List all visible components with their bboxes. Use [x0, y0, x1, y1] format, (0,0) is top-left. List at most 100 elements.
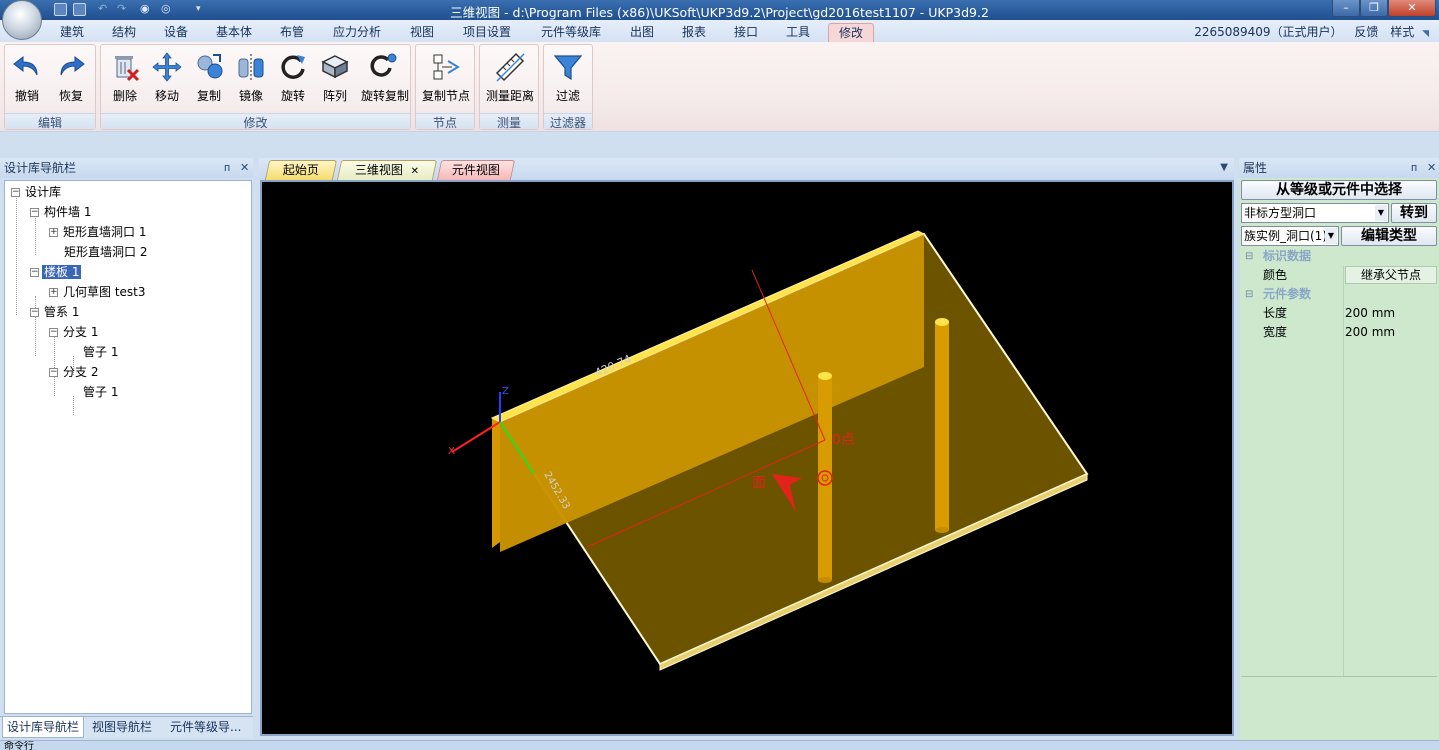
close-button[interactable]: ✕: [1388, 0, 1436, 17]
type-select[interactable]: 非标方型洞口 ▼: [1241, 203, 1389, 223]
tree-node-pipe-system[interactable]: − 管系 1: [30, 303, 81, 321]
width-value[interactable]: 200 mm: [1345, 323, 1437, 342]
color-value[interactable]: 继承父节点: [1345, 266, 1437, 284]
tree-node-slab[interactable]: − 楼板 1: [30, 263, 82, 281]
tab-start-page[interactable]: 起始页: [264, 160, 338, 180]
tab-view[interactable]: 视图: [402, 23, 442, 42]
filter-button[interactable]: 过滤: [548, 49, 588, 105]
length-value[interactable]: 200 mm: [1345, 304, 1437, 323]
select-from-grade-button[interactable]: 从等级或元件中选择: [1241, 180, 1437, 200]
tab-project-settings[interactable]: 项目设置: [454, 23, 520, 42]
copy-node-button[interactable]: 复制节点: [420, 49, 472, 105]
quick-access-icon[interactable]: [73, 3, 86, 16]
collapse-icon[interactable]: −: [30, 268, 39, 277]
collapse-icon[interactable]: −: [11, 188, 20, 197]
tab-list-dropdown-icon[interactable]: ▼: [1220, 162, 1228, 173]
measure-distance-button[interactable]: 测量距离: [484, 49, 536, 105]
3d-viewport[interactable]: 420.74 2452.33 0点 面 Z X: [260, 180, 1234, 736]
property-category[interactable]: ⊟ 标识数据: [1239, 247, 1439, 266]
tab-architecture[interactable]: 建筑: [52, 23, 92, 42]
tab-reports[interactable]: 报表: [674, 23, 714, 42]
feedback-link[interactable]: 反馈: [1354, 25, 1378, 39]
pipe-right: [935, 322, 949, 530]
left-pane-title: 设计库导航栏: [4, 161, 77, 175]
property-category[interactable]: ⊟ 元件参数: [1239, 285, 1439, 304]
tab-component-grade-nav[interactable]: 元件等级导...: [166, 717, 245, 738]
tab-component-view[interactable]: 元件视图: [436, 160, 516, 180]
tab-design-library-nav[interactable]: 设计库导航栏: [2, 717, 85, 738]
array-button[interactable]: 阵列: [315, 49, 355, 105]
copy-node-icon: [433, 54, 460, 80]
rotate-copy-button[interactable]: 旋转复制: [361, 49, 409, 105]
tab-piping[interactable]: 布管: [272, 23, 312, 42]
tab-modify[interactable]: 修改: [828, 23, 874, 42]
delete-button[interactable]: 删除: [105, 49, 145, 105]
expand-icon[interactable]: +: [49, 288, 58, 297]
close-icon[interactable]: ✕: [240, 158, 249, 178]
save-icon[interactable]: [54, 3, 67, 16]
tab-structure[interactable]: 结构: [104, 23, 144, 42]
pin-icon[interactable]: ᴨ: [1411, 158, 1417, 178]
redo-button[interactable]: 恢复: [51, 49, 91, 105]
design-library-pane: 设计库导航栏 ᴨ ✕ − 设计库 − 构件墙 1 + 矩形直墙洞口 1 矩形直墙洞口 …: [0, 158, 253, 740]
pin-icon[interactable]: ᴨ: [224, 158, 230, 178]
collapse-icon[interactable]: ⊟: [1245, 247, 1253, 266]
tree-node-branch-1[interactable]: − 分支 1: [49, 323, 100, 341]
pipe-left: [818, 376, 832, 580]
tab-stress-analysis[interactable]: 应力分析: [324, 23, 390, 42]
property-row-color[interactable]: 颜色 继承父节点: [1239, 266, 1439, 285]
tab-drawing[interactable]: 出图: [622, 23, 662, 42]
redo-icon[interactable]: ↷: [117, 3, 130, 16]
undo-button[interactable]: 撤销: [7, 49, 47, 105]
ribbon-panel: 撤销 恢复 编辑 删除 移动 复制 镜像 旋转 阵列 旋转复制 修改 复制节点 …: [0, 42, 1439, 132]
tree-node-branch-2[interactable]: − 分支 2: [49, 363, 100, 381]
instance-select[interactable]: 族实例_洞口(1) ▼: [1241, 226, 1339, 246]
move-button[interactable]: 移动: [147, 49, 187, 105]
tree-node-wall[interactable]: − 构件墙 1: [30, 203, 93, 221]
close-tab-icon[interactable]: ✕: [410, 162, 418, 181]
tab-interface[interactable]: 接口: [726, 23, 766, 42]
style-menu[interactable]: 样式: [1390, 25, 1414, 39]
minimize-button[interactable]: –: [1332, 0, 1360, 17]
tab-tools[interactable]: 工具: [778, 23, 818, 42]
delete-icon: [115, 56, 140, 82]
ruler-icon: [495, 52, 525, 82]
tree-node-pipe-1[interactable]: 管子 1: [81, 343, 120, 361]
pipe-left-top: [818, 372, 832, 380]
tab-3d-view[interactable]: 三维视图 ✕: [336, 160, 438, 181]
goto-button[interactable]: 转到: [1391, 203, 1437, 223]
tab-component-library[interactable]: 元件等级库: [532, 23, 610, 42]
tree-node-sketch[interactable]: + 几何草图 test3: [49, 283, 148, 301]
undo-icon[interactable]: ↶: [98, 3, 111, 16]
property-row-length[interactable]: 长度 200 mm: [1239, 304, 1439, 323]
mirror-button[interactable]: 镜像: [231, 49, 271, 105]
tab-primitives[interactable]: 基本体: [208, 23, 260, 42]
edit-type-button[interactable]: 编辑类型: [1341, 226, 1437, 246]
status-bar: 命令行: [0, 740, 1439, 750]
collapse-icon[interactable]: −: [49, 328, 58, 337]
tree-node-opening-1[interactable]: + 矩形直墙洞口 1: [49, 223, 148, 241]
collapse-icon[interactable]: −: [49, 368, 58, 377]
collapse-icon[interactable]: −: [30, 208, 39, 217]
expand-icon[interactable]: +: [49, 228, 58, 237]
eye-icon[interactable]: ◉: [140, 3, 153, 16]
tab-equipment[interactable]: 设备: [156, 23, 196, 42]
hide-icon[interactable]: ◎: [161, 3, 174, 16]
window-title: 三维视图 - d:\Program Files (x86)\UKSoft\UKP…: [450, 5, 989, 20]
rotate-button[interactable]: 旋转: [273, 49, 313, 105]
user-account[interactable]: 2265089409（正式用户）: [1194, 25, 1342, 39]
application-menu-button[interactable]: [2, 0, 42, 40]
copy-button[interactable]: 复制: [189, 49, 229, 105]
property-row-width[interactable]: 宽度 200 mm: [1239, 323, 1439, 342]
restore-button[interactable]: ❐: [1360, 0, 1388, 17]
collapse-icon[interactable]: −: [30, 308, 39, 317]
undo-icon: [13, 55, 38, 76]
close-icon[interactable]: ✕: [1427, 158, 1436, 178]
tree-node-opening-2[interactable]: 矩形直墙洞口 2: [62, 243, 149, 261]
tree-node-design-library[interactable]: − 设计库: [11, 183, 63, 201]
customize-chevron-icon[interactable]: ▾: [196, 3, 209, 16]
collapse-icon[interactable]: ⊟: [1245, 285, 1253, 304]
tree-node-pipe-2[interactable]: 管子 1: [81, 383, 120, 401]
help-icon[interactable]: ◥: [1422, 29, 1429, 39]
tab-view-nav[interactable]: 视图导航栏: [88, 717, 156, 738]
